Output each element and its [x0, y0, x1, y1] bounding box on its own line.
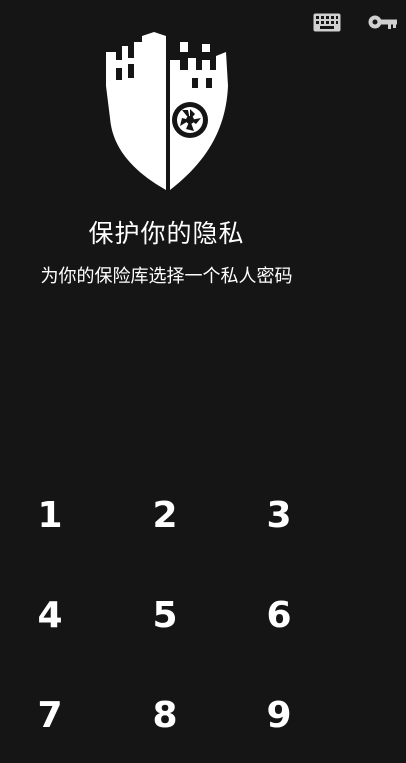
page-subtitle: 为你的保险库选择一个私人密码 [40, 266, 293, 287]
app-logo [98, 30, 238, 194]
keyboard-icon[interactable] [312, 12, 342, 32]
keypad-key-9[interactable]: 9 [244, 685, 314, 745]
keypad-key-7[interactable]: 7 [15, 685, 85, 745]
keypad-key-3[interactable]: 3 [244, 485, 314, 545]
keypad-key-4[interactable]: 4 [15, 585, 85, 645]
keypad-key-1[interactable]: 1 [15, 485, 85, 545]
keypad-key-5[interactable]: 5 [130, 585, 200, 645]
keypad-key-8[interactable]: 8 [130, 685, 200, 745]
key-icon[interactable] [368, 12, 398, 32]
keypad-key-2[interactable]: 2 [130, 485, 200, 545]
keypad-key-6[interactable]: 6 [244, 585, 314, 645]
page-title: 保护你的隐私 [88, 219, 245, 248]
